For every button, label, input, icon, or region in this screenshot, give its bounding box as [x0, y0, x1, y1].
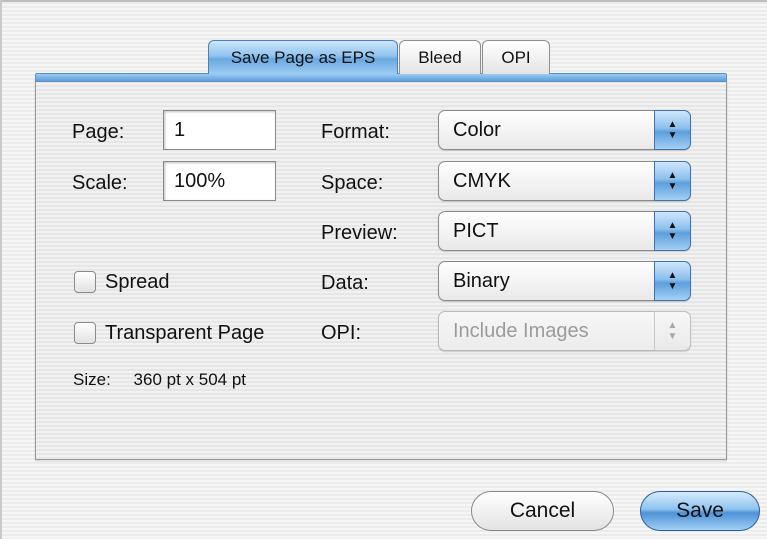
- transparent-page-label[interactable]: Transparent Page: [105, 321, 264, 345]
- format-label: Format:: [321, 121, 390, 143]
- preview-popup[interactable]: PICT ▲ ▼: [438, 211, 691, 251]
- opi-popup: Include Images ▲ ▼: [438, 311, 691, 351]
- space-label: Space:: [321, 172, 384, 194]
- data-value: Binary: [453, 270, 510, 292]
- spread-checkbox[interactable]: [74, 271, 96, 293]
- data-popup[interactable]: Binary ▲ ▼: [438, 261, 691, 301]
- size-value: 360 pt x 504 pt: [133, 370, 247, 389]
- window-left-edge: [0, 0, 2, 539]
- up-down-arrows-icon: ▲ ▼: [654, 110, 691, 150]
- page-field[interactable]: 1: [163, 110, 276, 150]
- spread-label[interactable]: Spread: [105, 270, 170, 294]
- space-popup[interactable]: CMYK ▲ ▼: [438, 161, 691, 201]
- size-label: Size:: [73, 370, 111, 389]
- page-label: Page:: [72, 121, 125, 143]
- tab-bleed[interactable]: Bleed: [399, 40, 481, 74]
- format-popup[interactable]: Color ▲ ▼: [438, 110, 691, 150]
- scale-field[interactable]: 100%: [163, 161, 276, 201]
- format-value: Color: [453, 119, 501, 141]
- data-label: Data:: [321, 272, 369, 294]
- window-top-edge: [0, 0, 767, 2]
- tab-save-page-as-eps[interactable]: Save Page as EPS: [208, 40, 398, 74]
- opi-label: OPI:: [321, 322, 362, 344]
- cancel-button[interactable]: Cancel: [471, 491, 614, 531]
- space-value: CMYK: [453, 170, 511, 192]
- preview-label: Preview:: [321, 222, 398, 244]
- up-down-arrows-icon: ▲ ▼: [654, 211, 691, 251]
- tab-opi[interactable]: OPI: [482, 40, 550, 74]
- up-down-arrows-icon: ▲ ▼: [654, 261, 691, 301]
- up-down-arrows-icon: ▲ ▼: [654, 311, 691, 351]
- scale-label: Scale:: [72, 172, 128, 194]
- save-button[interactable]: Save: [640, 491, 760, 531]
- preview-value: PICT: [453, 220, 499, 242]
- up-down-arrows-icon: ▲ ▼: [654, 161, 691, 201]
- tab-bar: Save Page as EPS Bleed OPI: [208, 40, 551, 76]
- size-readout: Size: 360 pt x 504 pt: [73, 370, 246, 390]
- transparent-page-checkbox[interactable]: [74, 322, 96, 344]
- opi-value: Include Images: [453, 320, 589, 342]
